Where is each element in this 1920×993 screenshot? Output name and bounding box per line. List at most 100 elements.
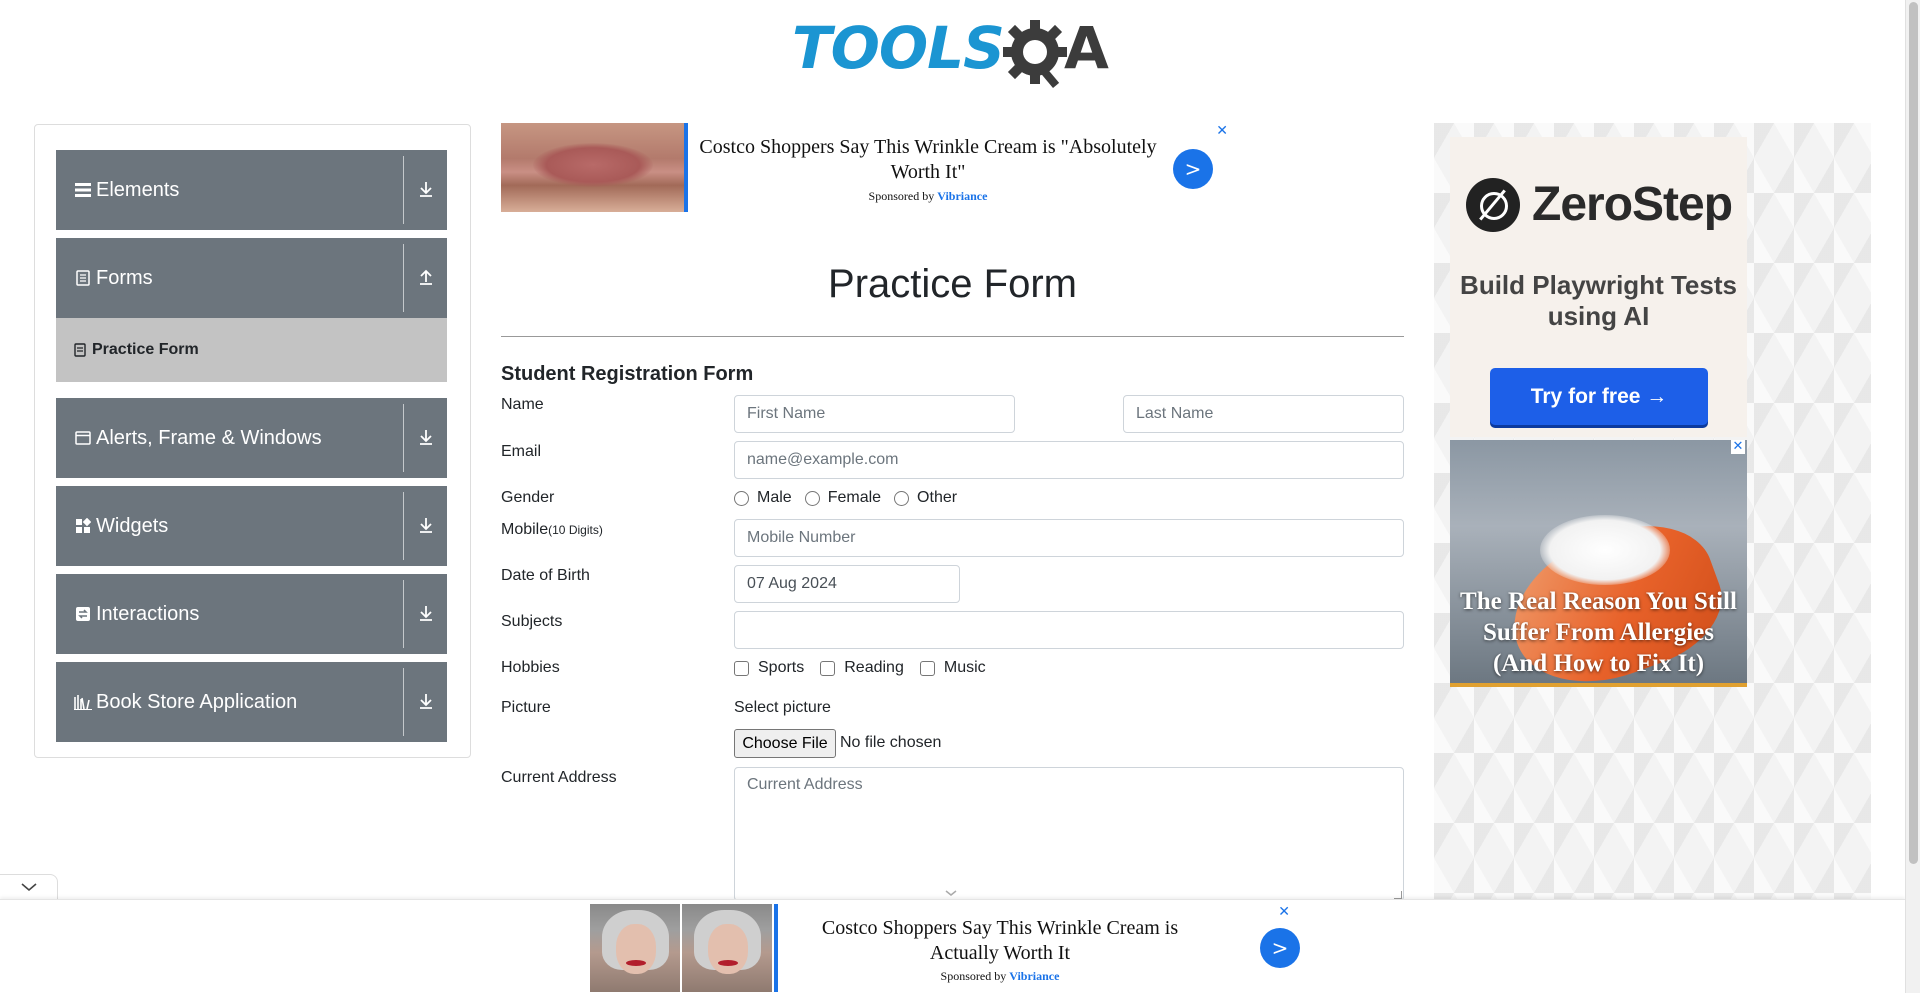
current-address-label: Current Address xyxy=(501,769,617,786)
sidebar-group-alerts-frame-windows[interactable]: Alerts, Frame & Windows xyxy=(56,398,447,478)
checkbox-label[interactable]: Reading xyxy=(844,659,904,677)
right-ad-panel: ZeroStep Build Playwright Tests using AI… xyxy=(1434,123,1871,903)
zerostep-brand: ZeroStep xyxy=(1532,178,1733,231)
page-scrollbar[interactable] xyxy=(1905,0,1920,993)
sidebar-item-practice-form[interactable]: Practice Form xyxy=(56,318,447,382)
choose-file-button[interactable]: Choose File xyxy=(734,729,836,758)
mobile-label-text: Mobile xyxy=(501,521,549,538)
sidebar-group-interactions[interactable]: Interactions xyxy=(56,574,447,654)
radio-label[interactable]: Other xyxy=(917,489,957,507)
upload-arrow-icon[interactable] xyxy=(415,266,437,288)
zerostep-icon xyxy=(1466,177,1520,232)
interactions-icon xyxy=(74,605,92,623)
checkbox[interactable] xyxy=(734,660,749,676)
gender-radio-other[interactable]: Other xyxy=(894,489,957,507)
widgets-icon xyxy=(74,517,92,535)
hobby-checkbox-music[interactable]: Music xyxy=(919,659,986,677)
sidebar-group-label: Alerts, Frame & Windows xyxy=(96,426,322,449)
left-sidebar: Elements Forms Practice Form Alerts, Fra… xyxy=(34,124,471,758)
download-arrow-icon[interactable] xyxy=(415,690,437,712)
radio-button[interactable] xyxy=(734,490,749,506)
gender-label: Gender xyxy=(501,489,555,506)
checkbox[interactable] xyxy=(919,660,935,676)
picture-label: Picture xyxy=(501,699,551,716)
checkbox[interactable] xyxy=(820,660,836,676)
hobby-checkbox-reading[interactable]: Reading xyxy=(820,659,904,677)
bottom-banner-ad[interactable]: Costco Shoppers Say This Wrinkle Cream i… xyxy=(590,904,1300,992)
scrollbar-thumb[interactable] xyxy=(1909,2,1918,864)
current-address-input[interactable]: Current Address xyxy=(734,767,1404,901)
textarea-placeholder: Current Address xyxy=(747,776,863,793)
checkbox-label[interactable]: Sports xyxy=(758,659,804,677)
ad-image-lips xyxy=(533,143,653,187)
chevron-down-icon xyxy=(945,890,957,896)
try-for-free-button[interactable]: Try for free → xyxy=(1490,368,1708,425)
checkbox-label[interactable]: Music xyxy=(944,659,986,677)
logo-text: TOOLS xyxy=(792,14,1005,82)
header: TOOLS A xyxy=(0,0,1905,100)
ad-headline[interactable]: The Real Reason You Still Suffer From Al… xyxy=(1454,586,1743,679)
form-icon xyxy=(74,343,86,357)
ad-accent-bar xyxy=(684,123,688,212)
divider xyxy=(403,244,404,312)
radio-button[interactable] xyxy=(804,490,820,506)
top-banner-ad[interactable]: Costco Shoppers Say This Wrinkle Cream i… xyxy=(501,123,1228,212)
last-name-input[interactable]: Last Name xyxy=(1123,395,1404,433)
ad-image-tissue xyxy=(1540,515,1670,585)
download-arrow-icon[interactable] xyxy=(415,514,437,536)
resize-handle[interactable] xyxy=(1394,891,1402,899)
sidebar-group-book-store-application[interactable]: Book Store Application xyxy=(56,662,447,742)
download-arrow-icon[interactable] xyxy=(415,178,437,200)
sidebar-group-label: Elements xyxy=(96,178,180,201)
ad-headline[interactable]: Costco Shoppers Say This Wrinkle Cream i… xyxy=(790,916,1210,966)
subjects-input[interactable] xyxy=(734,611,1404,649)
ad-go-button[interactable]: > xyxy=(1173,149,1213,189)
zerostep-ad[interactable]: ZeroStep Build Playwright Tests using AI… xyxy=(1450,137,1747,437)
sidebar-item-label: Practice Form xyxy=(92,341,199,358)
ad-go-button[interactable]: > xyxy=(1260,928,1300,968)
ad-sponsor-line: Sponsored by Vibriance xyxy=(693,189,1163,204)
gender-radio-female[interactable]: Female xyxy=(804,489,881,507)
close-icon[interactable]: ✕ xyxy=(1278,904,1290,920)
download-arrow-icon[interactable] xyxy=(415,602,437,624)
sidebar-group-elements[interactable]: Elements xyxy=(56,150,447,230)
document-icon xyxy=(74,269,92,287)
hobbies-options: Sports Reading Music xyxy=(734,659,999,677)
toolsqa-logo[interactable]: TOOLS A xyxy=(792,14,1117,94)
divider xyxy=(403,404,404,472)
radio-label[interactable]: Male xyxy=(757,489,792,507)
ad-sponsor-prefix: Sponsored by xyxy=(940,969,1007,983)
ad-image xyxy=(590,904,774,992)
ad-sponsor-name[interactable]: Vibriance xyxy=(1009,969,1059,983)
sidebar-group-label: Widgets xyxy=(96,514,169,537)
close-icon[interactable]: ✕ xyxy=(1731,440,1745,454)
form-title: Student Registration Form xyxy=(501,363,754,385)
collapse-ad-toggle[interactable] xyxy=(0,874,58,899)
mobile-input[interactable]: Mobile Number xyxy=(734,519,1404,557)
chevron-down-icon xyxy=(20,883,37,892)
subjects-label: Subjects xyxy=(501,613,563,630)
gender-radio-male[interactable]: Male xyxy=(734,489,792,507)
radio-button[interactable] xyxy=(894,490,910,506)
sidebar-group-forms[interactable]: Forms xyxy=(56,238,447,318)
mobile-hint: (10 Digits) xyxy=(548,523,603,537)
menu-icon xyxy=(74,181,92,199)
sidebar-group-widgets[interactable]: Widgets xyxy=(56,486,447,566)
hobby-checkbox-sports[interactable]: Sports xyxy=(734,659,804,677)
ad-sponsor-name[interactable]: Vibriance xyxy=(937,189,987,203)
first-name-input[interactable]: First Name xyxy=(734,395,1015,433)
divider xyxy=(403,668,404,736)
date-of-birth-input[interactable]: 07 Aug 2024 xyxy=(734,565,960,603)
sidebar-group-label: Forms xyxy=(96,266,153,289)
ad-tagline: Build Playwright Tests using AI xyxy=(1460,270,1737,331)
divider xyxy=(403,492,404,560)
divider xyxy=(403,156,404,224)
download-arrow-icon[interactable] xyxy=(415,426,437,448)
ad-headline[interactable]: Costco Shoppers Say This Wrinkle Cream i… xyxy=(693,135,1163,185)
email-input[interactable]: name@example.com xyxy=(734,441,1404,479)
allergy-ad[interactable]: The Real Reason You Still Suffer From Al… xyxy=(1450,440,1747,687)
name-label: Name xyxy=(501,396,544,413)
close-icon[interactable]: ✕ xyxy=(1216,123,1228,139)
sidebar-group-label: Book Store Application xyxy=(96,690,298,713)
radio-label[interactable]: Female xyxy=(828,489,881,507)
